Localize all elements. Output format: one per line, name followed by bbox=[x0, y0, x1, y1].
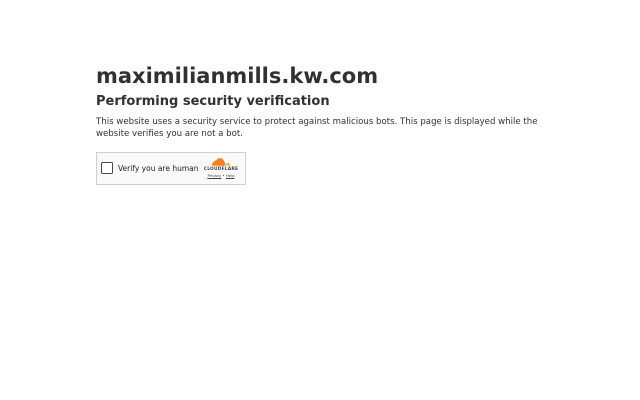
verification-widget: Verify you are human CLOUDFLARE Privacy … bbox=[96, 152, 246, 185]
verify-checkbox[interactable] bbox=[101, 162, 113, 174]
help-link[interactable]: Help bbox=[226, 173, 235, 178]
link-separator: • bbox=[222, 173, 225, 178]
site-title: maximilianmills.kw.com bbox=[96, 64, 379, 88]
page-description: This website uses a security service to … bbox=[96, 117, 538, 139]
privacy-link[interactable]: Privacy bbox=[207, 173, 221, 178]
cloudflare-branding: CLOUDFLARE Privacy • Help bbox=[201, 157, 241, 181]
widget-links: Privacy • Help bbox=[201, 173, 241, 178]
verify-checkbox-label[interactable]: Verify you are human bbox=[118, 164, 199, 173]
cloud-icon bbox=[211, 158, 231, 166]
page-subtitle: Performing security verification bbox=[96, 94, 330, 109]
main-content: maximilianmills.kw.com Performing securi… bbox=[96, 62, 556, 140]
verify-checkbox-area[interactable]: Verify you are human bbox=[101, 162, 199, 174]
